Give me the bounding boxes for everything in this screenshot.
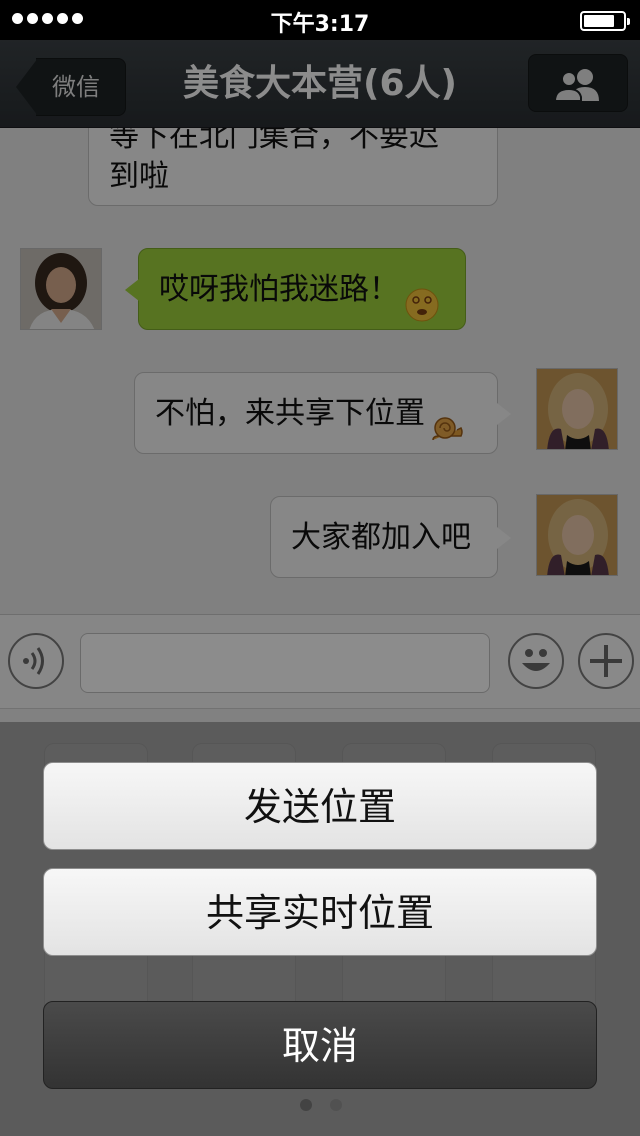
status-bar: 下午3:17 [0,0,640,40]
share-live-location-button[interactable]: 共享实时位置 [43,868,597,956]
status-time: 下午3:17 [270,12,370,37]
send-location-button[interactable]: 发送位置 [43,762,597,850]
battery-icon [580,11,630,31]
cancel-button[interactable]: 取消 [43,1001,597,1089]
